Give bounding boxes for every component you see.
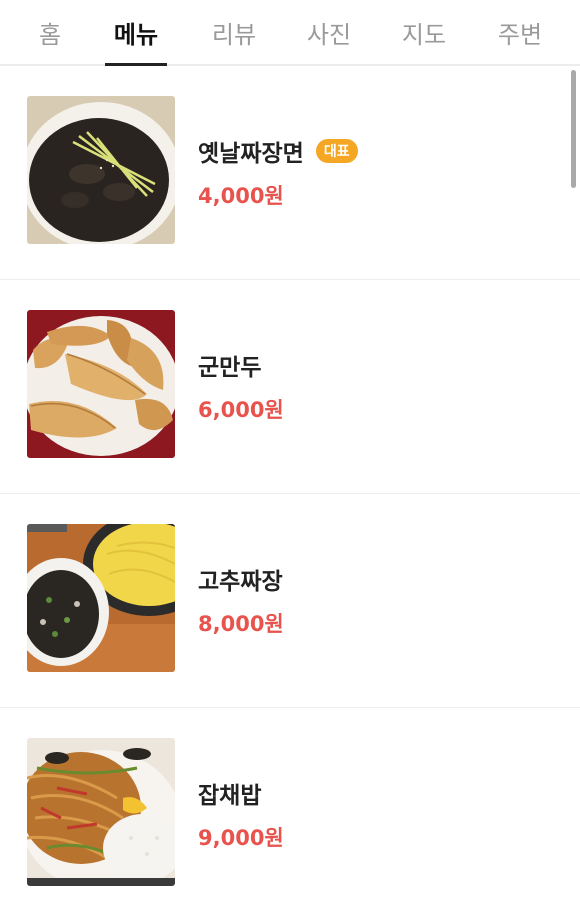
menu-name: 옛날짜장면 — [198, 141, 304, 167]
tab-reviews[interactable]: 리뷰 — [186, 0, 282, 64]
menu-price: 9,000원 — [198, 826, 284, 850]
jajangmyeon-photo — [27, 96, 175, 244]
fried-dumplings-photo — [27, 310, 175, 458]
tab-nearby[interactable]: 주변 — [472, 0, 568, 64]
menu-name-row: 군만두 — [198, 348, 261, 382]
menu-price: 6,000원 — [198, 398, 284, 422]
menu-name: 군만두 — [198, 355, 262, 381]
tab-photos[interactable]: 사진 — [281, 0, 377, 64]
menu-photo — [27, 310, 175, 458]
menu-list: 옛날짜장면 대표 4,000원 군만두 6,000원 고추짜장 8,000원 잡… — [0, 66, 580, 922]
menu-price: 4,000원 — [198, 184, 284, 208]
menu-item[interactable]: 옛날짜장면 대표 4,000원 — [0, 66, 580, 280]
menu-name: 잡채밥 — [198, 783, 262, 809]
menu-item[interactable]: 군만두 6,000원 — [0, 280, 580, 494]
tab-bar: 홈 메뉴 리뷰 사진 지도 주변 — [0, 0, 580, 66]
menu-price: 8,000원 — [198, 612, 284, 636]
menu-photo — [27, 738, 175, 886]
menu-photo — [27, 524, 175, 672]
tab-home[interactable]: 홈 — [2, 0, 98, 64]
tab-map[interactable]: 지도 — [376, 0, 472, 64]
menu-name-row: 잡채밥 — [198, 776, 261, 810]
menu-name-row: 옛날짜장면 대표 — [198, 134, 358, 168]
tab-menu[interactable]: 메뉴 — [88, 0, 184, 66]
menu-item[interactable]: 고추짜장 8,000원 — [0, 494, 580, 708]
menu-name-row: 고추짜장 — [198, 562, 283, 596]
menu-name: 고추짜장 — [198, 569, 283, 595]
japchae-rice-photo — [27, 738, 175, 886]
menu-item[interactable]: 잡채밥 9,000원 — [0, 708, 580, 922]
pepper-jajang-photo — [27, 524, 175, 672]
signature-badge: 대표 — [315, 139, 358, 163]
menu-photo — [27, 96, 175, 244]
